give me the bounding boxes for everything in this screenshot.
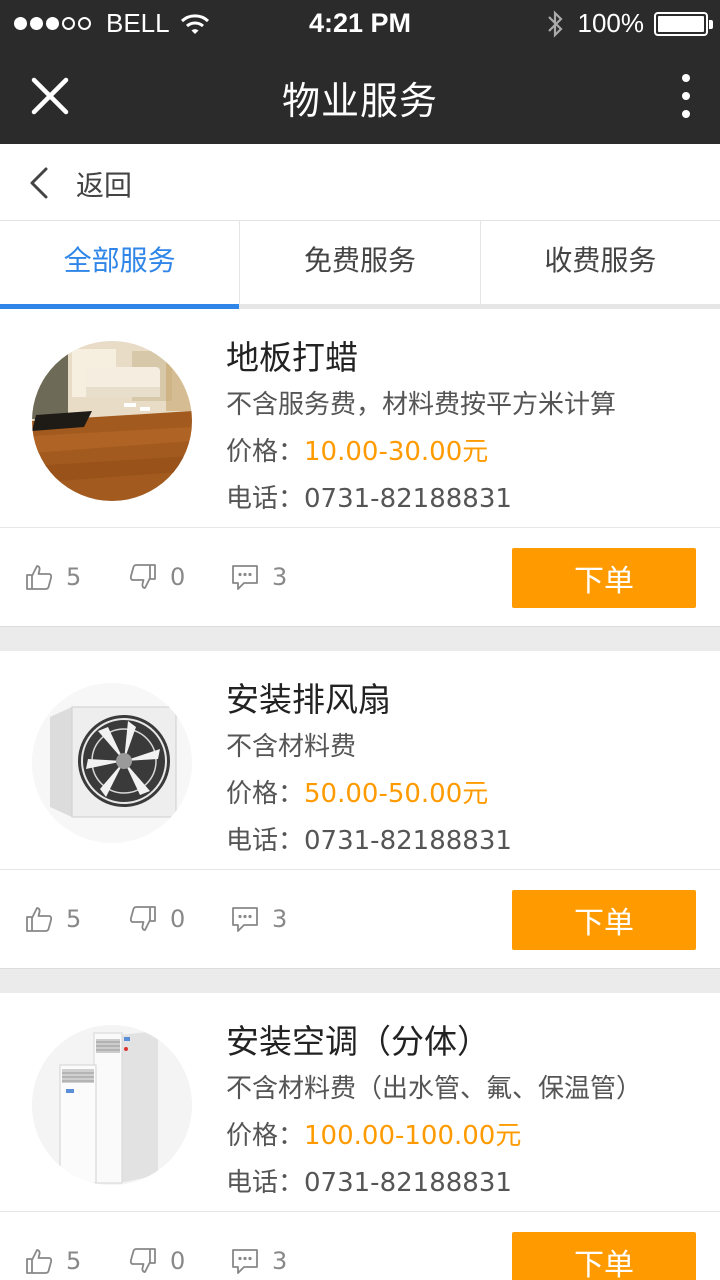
service-actions: 5 0 3 下单 — [0, 1212, 720, 1280]
tab-free-services[interactable]: 免费服务 — [240, 221, 481, 304]
service-card: 地板打蜡 不含服务费，材料费按平方米计算 价格：10.00-30.00元 电话：… — [0, 309, 720, 627]
dislike-count: 0 — [170, 563, 186, 591]
battery-icon — [654, 11, 713, 36]
chevron-left-icon — [30, 167, 48, 199]
service-description: 不含材料费（出水管、氟、保温管） — [226, 1074, 643, 1104]
phone-value: 0731-82188831 — [304, 826, 512, 856]
like-count: 5 — [66, 563, 82, 591]
like-button[interactable]: 5 — [24, 562, 81, 592]
battery-percent: 100% — [577, 8, 645, 38]
nav-bar: 物业服务 — [0, 48, 720, 144]
dislike-button[interactable]: 0 — [128, 562, 185, 592]
comment-button[interactable]: 3 — [230, 562, 287, 592]
order-button[interactable]: 下单 — [512, 548, 696, 608]
service-card: 安装排风扇 不含材料费 价格：50.00-50.00元 电话：0731-8218… — [0, 651, 720, 969]
comment-button[interactable]: 3 — [230, 904, 287, 934]
dislike-button[interactable]: 0 — [128, 1246, 185, 1276]
thumbs-up-icon — [26, 1249, 53, 1274]
price-label: 价格： — [226, 437, 305, 467]
service-phone: 电话：0731-82188831 — [226, 1162, 512, 1199]
price-value: 100.00-100.00元 — [304, 1121, 522, 1151]
thumbs-up-icon — [26, 565, 53, 590]
page-title: 物业服务 — [281, 79, 438, 123]
phone-label: 电话： — [226, 1168, 305, 1198]
back-button[interactable]: 返回 — [0, 144, 720, 221]
bluetooth-icon — [547, 9, 563, 38]
like-count: 5 — [66, 1247, 82, 1275]
thumbs-down-icon — [129, 1248, 156, 1273]
status-bar: BELL 4:21 PM 100% — [0, 0, 720, 48]
phone-label: 电话： — [226, 826, 305, 856]
dislike-count: 0 — [170, 905, 186, 933]
like-count: 5 — [66, 905, 82, 933]
comment-icon — [232, 1249, 258, 1274]
thumbs-down-icon — [129, 564, 156, 589]
dislike-button[interactable]: 0 — [128, 904, 185, 934]
service-name: 安装空调（分体） — [226, 1022, 490, 1061]
comment-button[interactable]: 3 — [230, 1246, 287, 1276]
service-actions: 5 0 3 下单 — [0, 528, 720, 627]
price-value: 10.00-30.00元 — [304, 437, 489, 467]
service-card: 安装空调（分体） 不含材料费（出水管、氟、保温管） 价格：100.00-100.… — [0, 993, 720, 1280]
service-name: 地板打蜡 — [226, 338, 358, 377]
order-button[interactable]: 下单 — [512, 1232, 696, 1280]
tab-all-services[interactable]: 全部服务 — [0, 221, 241, 309]
thumbs-down-icon — [129, 906, 156, 931]
service-phone: 电话：0731-82188831 — [226, 478, 512, 515]
thumbs-up-icon — [26, 907, 53, 932]
like-button[interactable]: 5 — [24, 1246, 81, 1276]
service-tabs: 全部服务 免费服务 收费服务 — [0, 221, 720, 309]
service-info[interactable]: 安装排风扇 不含材料费 价格：50.00-50.00元 电话：0731-8218… — [0, 651, 720, 870]
service-list: 地板打蜡 不含服务费，材料费按平方米计算 价格：10.00-30.00元 电话：… — [0, 309, 720, 1280]
price-label: 价格： — [226, 779, 305, 809]
phone-value: 0731-82188831 — [304, 484, 512, 514]
service-info[interactable]: 地板打蜡 不含服务费，材料费按平方米计算 价格：10.00-30.00元 电话：… — [0, 309, 720, 528]
service-description: 不含材料费 — [226, 732, 357, 762]
floor-room-photo-icon — [32, 341, 192, 501]
comment-icon — [232, 565, 258, 590]
comment-count: 3 — [272, 905, 288, 933]
air-conditioner-photo-icon — [32, 1025, 192, 1185]
exhaust-fan-photo-icon — [32, 683, 192, 843]
dislike-count: 0 — [170, 1247, 186, 1275]
phone-label: 电话： — [226, 484, 305, 514]
service-phone: 电话：0731-82188831 — [226, 820, 512, 857]
comment-icon — [232, 907, 258, 932]
service-price: 价格：50.00-50.00元 — [226, 773, 488, 810]
service-price: 价格：10.00-30.00元 — [226, 431, 488, 468]
back-label: 返回 — [76, 169, 133, 202]
like-button[interactable]: 5 — [24, 904, 81, 934]
comment-count: 3 — [272, 1247, 288, 1275]
order-button[interactable]: 下单 — [512, 890, 696, 950]
more-menu-icon[interactable] — [674, 72, 698, 120]
phone-value: 0731-82188831 — [304, 1168, 512, 1198]
service-price: 价格：100.00-100.00元 — [226, 1115, 521, 1152]
service-name: 安装排风扇 — [226, 680, 391, 719]
price-value: 50.00-50.00元 — [304, 779, 489, 809]
service-actions: 5 0 3 下单 — [0, 870, 720, 969]
price-label: 价格： — [226, 1121, 305, 1151]
tab-paid-services[interactable]: 收费服务 — [481, 221, 720, 304]
comment-count: 3 — [272, 563, 288, 591]
service-info[interactable]: 安装空调（分体） 不含材料费（出水管、氟、保温管） 价格：100.00-100.… — [0, 993, 720, 1212]
status-right: 100% — [546, 8, 713, 39]
service-description: 不含服务费，材料费按平方米计算 — [226, 390, 617, 420]
